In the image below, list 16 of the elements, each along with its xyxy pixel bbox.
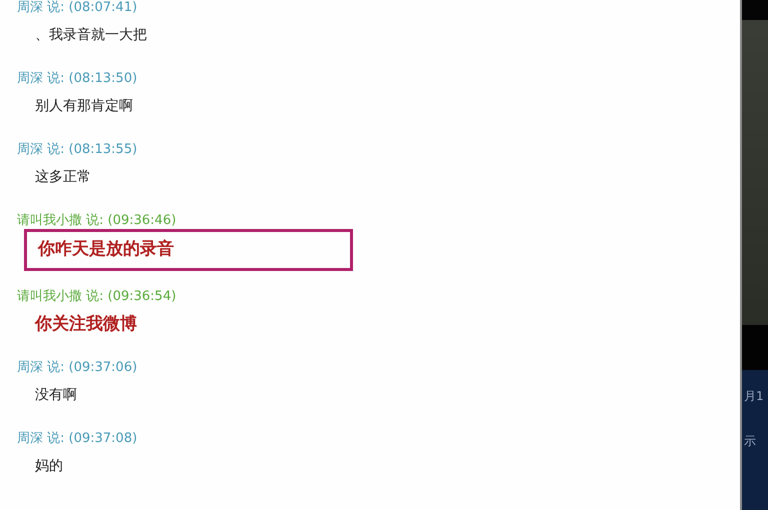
message-header: 周深 说: (08:13:50) xyxy=(17,71,138,87)
highlighted-message: 你咋天是放的录音 xyxy=(24,229,353,271)
message-text: 这多正常 xyxy=(35,168,91,187)
message-header: 请叫我小撒 说: (09:36:54) xyxy=(17,289,178,305)
message-text: 你关注我微博 xyxy=(35,313,137,335)
side-text: 月1 xyxy=(743,388,765,405)
message-header: 请叫我小撒 说: (09:36:46) xyxy=(17,213,178,229)
message-header: 周深 说: (08:13:55) xyxy=(17,142,138,158)
message-text: 别人有那肯定啊 xyxy=(35,97,133,116)
message-text: 妈的 xyxy=(35,457,63,476)
message-text: 、我录音就一大把 xyxy=(35,26,147,45)
side-text: 示 xyxy=(743,433,757,450)
message-header: 周深 说: (09:37:08) xyxy=(17,431,138,447)
message-text: 没有啊 xyxy=(35,386,77,405)
message-header: 周深 说: (09:37:06) xyxy=(17,360,138,376)
message-header: 周深 说: (08:07:41) xyxy=(17,0,138,16)
